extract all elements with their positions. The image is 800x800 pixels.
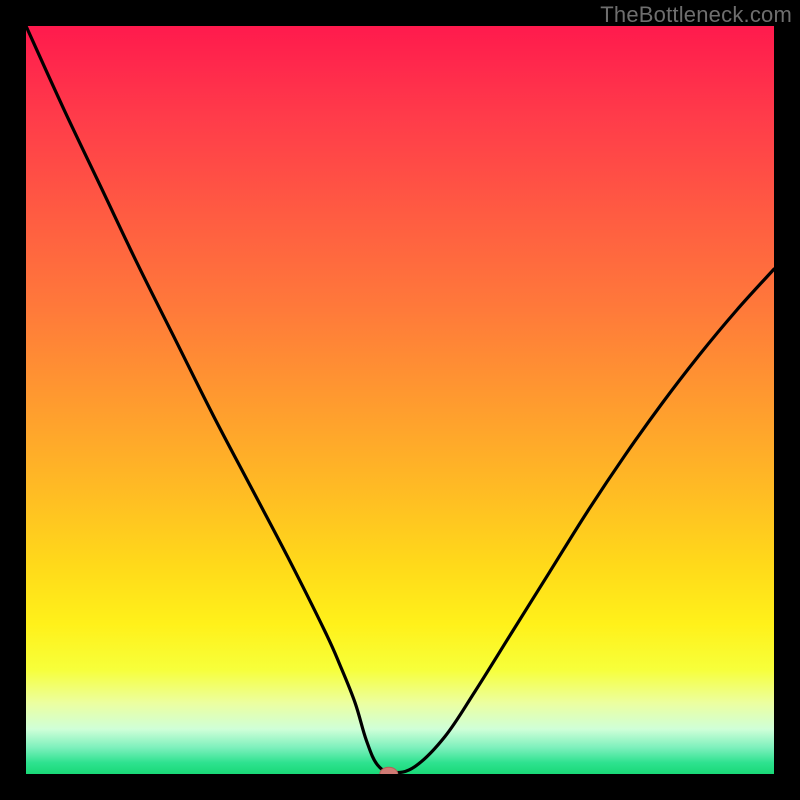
plot-area <box>26 26 774 774</box>
gradient-background <box>26 26 774 774</box>
chart-frame: TheBottleneck.com <box>0 0 800 800</box>
watermark-text: TheBottleneck.com <box>600 2 792 28</box>
bottleneck-chart <box>26 26 774 774</box>
